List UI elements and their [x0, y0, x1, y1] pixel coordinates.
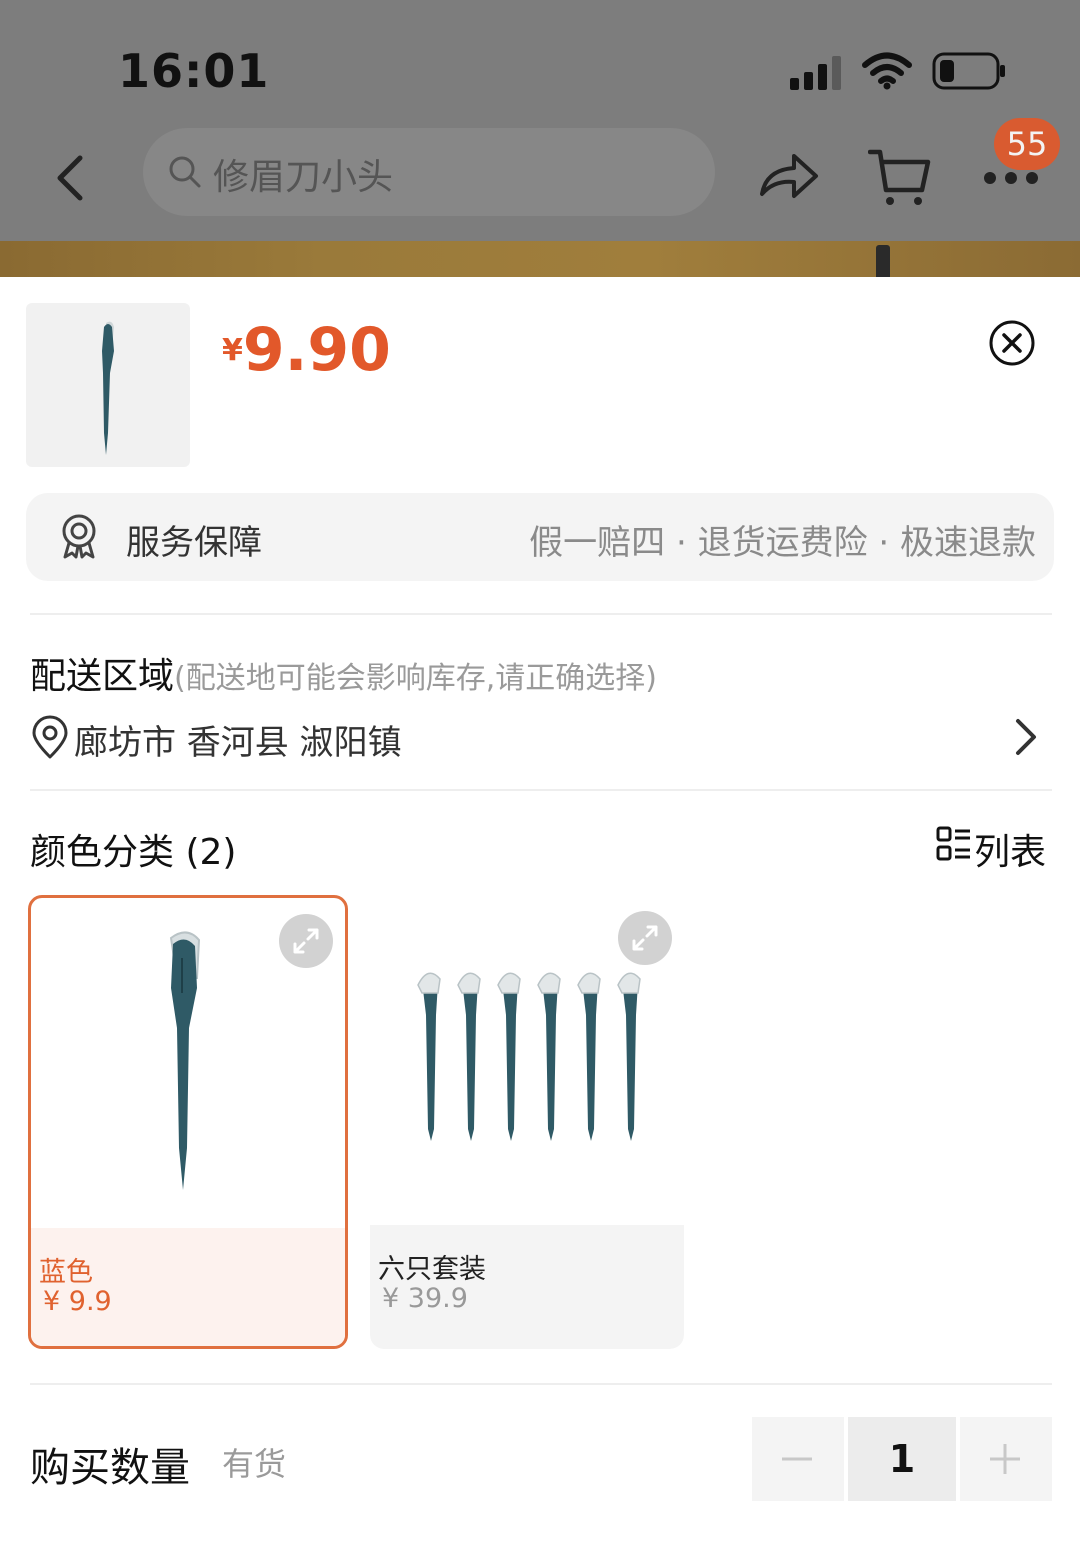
price: ¥9.90 [222, 315, 391, 385]
variant-option-blue[interactable]: 蓝色 ¥ 9.9 [28, 895, 348, 1349]
list-icon [936, 826, 970, 861]
variant-price: ¥ 39.9 [382, 1283, 468, 1314]
quantity-decrease-button[interactable] [752, 1417, 844, 1501]
quantity-input[interactable]: 1 [848, 1417, 956, 1501]
expand-icon [632, 925, 658, 951]
share-icon[interactable] [758, 150, 820, 206]
variant-name: 蓝色 [39, 1257, 93, 1288]
divider [30, 1383, 1052, 1385]
expand-image-button[interactable] [618, 911, 672, 965]
variant-info: 六只套装 ¥ 39.9 [370, 1225, 684, 1349]
price-currency: ¥ [222, 333, 243, 368]
service-label: 服务保障 [126, 523, 262, 563]
variant-info: 蓝色 ¥ 9.9 [31, 1228, 345, 1346]
delivery-note: (配送地可能会影响库存,请正确选择) [174, 661, 657, 696]
notification-badge: 55 [994, 118, 1060, 170]
sku-selection-sheet: ¥9.90 服务保障 假一赔四 · 退货运费险 · 极速退款 配送区域(配送地可… [0, 277, 1080, 1545]
chevron-right-icon[interactable] [1012, 717, 1040, 757]
variant-option-six-pack[interactable]: 六只套装 ¥ 39.9 [370, 895, 684, 1349]
cellular-signal-icon [790, 56, 842, 90]
variant-price: ¥ 9.9 [43, 1286, 112, 1317]
variant-name: 六只套装 [378, 1254, 486, 1285]
search-input[interactable]: 修眉刀小头 [143, 128, 715, 216]
expand-icon [293, 928, 319, 954]
minus-icon [782, 1457, 812, 1461]
delivery-title-text: 配送区域 [30, 656, 175, 697]
delivery-address[interactable]: 廊坊市 香河县 淑阳镇 [74, 715, 402, 764]
guarantee-badge-icon [62, 514, 96, 559]
search-query: 修眉刀小头 [213, 157, 394, 198]
product-thumbnail[interactable] [26, 303, 190, 467]
status-time: 16:01 [118, 44, 270, 98]
delivery-area-title: 配送区域(配送地可能会影响库存,请正确选择) [30, 647, 657, 699]
service-guarantee-row[interactable]: 服务保障 假一赔四 · 退货运费险 · 极速退款 [26, 493, 1054, 581]
back-icon[interactable] [50, 152, 90, 204]
price-value: 9.90 [242, 315, 391, 385]
location-pin-icon [32, 715, 68, 759]
product-banner-image [0, 241, 1080, 277]
background-overlay[interactable]: 16:01 修眉刀小头 55 [0, 0, 1080, 277]
wifi-icon [862, 52, 912, 90]
variant-section-title: 颜色分类 (2) [30, 832, 237, 873]
divider [30, 789, 1052, 791]
divider [30, 613, 1052, 615]
cart-icon[interactable] [868, 146, 932, 208]
plus-icon [990, 1444, 1020, 1474]
quantity-label: 购买数量 [30, 1445, 190, 1491]
expand-image-button[interactable] [279, 914, 333, 968]
close-icon[interactable] [988, 319, 1036, 367]
list-view-label: 列表 [974, 832, 1047, 873]
battery-icon [932, 52, 1005, 90]
service-items: 假一赔四 · 退货运费险 · 极速退款 [529, 523, 1036, 563]
quantity-increase-button[interactable] [960, 1417, 1052, 1501]
more-icon[interactable] [980, 168, 1042, 188]
stock-status: 有货 [222, 1445, 287, 1483]
search-icon [169, 156, 201, 188]
